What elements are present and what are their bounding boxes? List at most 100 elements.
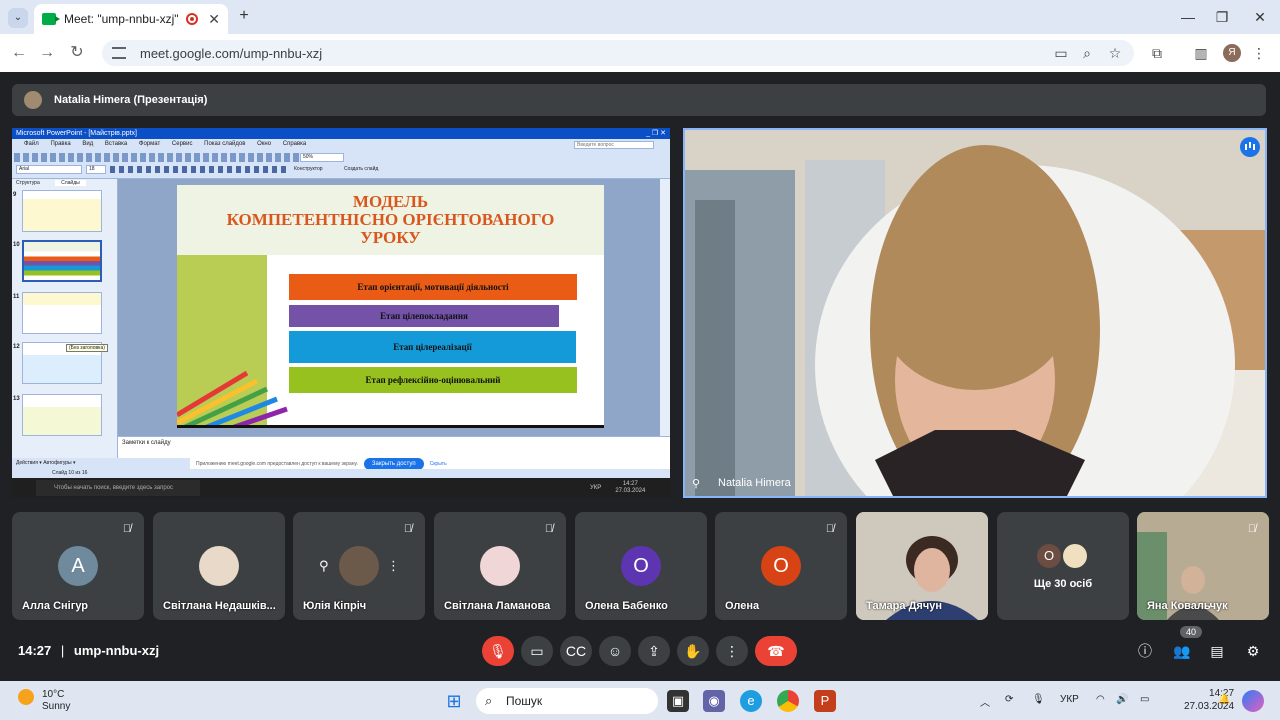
zoom-icon[interactable]: ⌕ [1078,44,1096,62]
taskbar-search-box[interactable]: Пошук [476,688,658,714]
participant-tile[interactable]: А 🎙̸ Алла Снігур [12,512,144,620]
ppt-help-box[interactable]: Введите вопрос [574,141,654,149]
meeting-time: 14:27 [18,643,52,658]
battery-icon[interactable]: ▭ [1140,694,1149,705]
participant-photo [199,546,239,586]
people-icon[interactable]: 👥 [1172,641,1192,661]
slide-thumbnail[interactable] [22,292,102,334]
shared-windows-taskbar: Чтобы начать поиск, введите здесь запрос… [12,478,670,498]
slide-title-line: КОМПЕТЕНТНІСНО ОРІЄНТОВАНОГО [226,210,555,229]
weather-condition: Sunny [42,701,71,712]
speaker-video[interactable] [683,128,1267,498]
ppt-window-title: Microsoft PowerPoint - [Майстрів.pptx] [12,128,670,139]
camera-in-use-icon[interactable]: ▭ [1052,44,1070,62]
participant-tile[interactable]: 🎙̸ Світлана Ламанова [434,512,566,620]
ppt-tab-outline[interactable]: Структура [16,180,40,186]
ppt-menu-service[interactable]: Сервис [172,141,193,147]
ppt-zoom-box[interactable]: 50% [300,153,344,162]
chrome-menu-icon[interactable]: ⋮ [1250,44,1268,62]
ppt-menu-slideshow[interactable]: Показ слайдов [204,141,245,147]
participant-tile-more[interactable]: О Ще 30 осіб [997,512,1129,620]
site-settings-icon[interactable] [112,47,126,59]
ppt-menu-file[interactable]: Файл [24,141,39,147]
mic-toggle-button[interactable]: 🎙 [482,636,514,666]
chat-icon[interactable]: ▤ [1207,641,1227,661]
current-slide: МОДЕЛЬ КОМПЕТЕНТНІСНО ОРІЄНТОВАНОГО УРОК… [177,185,604,428]
ppt-menu-help[interactable]: Справка [283,141,307,147]
chrome-icon[interactable] [777,690,799,712]
participant-tile[interactable]: Світлана Недашків... [153,512,285,620]
meeting-info-icon[interactable]: ⓘ [1135,641,1155,661]
hide-notice-link[interactable]: Скрыть [430,461,447,467]
presenter-avatar [24,91,42,109]
wifi-icon[interactable]: ◠ [1096,694,1105,705]
extensions-icon[interactable]: ⧉ [1148,44,1166,62]
stage-orientation: Етап орієнтації, мотивації діяльності [289,274,577,300]
address-bar[interactable]: meet.google.com/ump-nnbu-xzj [102,40,1134,66]
present-screen-button[interactable]: ⇪ [638,636,670,666]
copilot-icon[interactable] [1242,690,1264,712]
participant-tile[interactable]: 🎙̸ О Олена [715,512,847,620]
ppt-menu-format[interactable]: Формат [139,141,160,147]
notification-bell-icon[interactable]: 🔔 [1218,694,1230,705]
pin-participant-icon[interactable]: ⚲ [319,558,329,574]
captions-button[interactable]: CC [560,636,592,666]
volume-icon[interactable]: 🔊 [1116,694,1128,705]
ppt-vertical-scrollbar[interactable] [660,179,670,436]
raise-hand-button[interactable]: ✋ [677,636,709,666]
participant-tile[interactable]: Тамара Дячун [856,512,988,620]
more-options-button[interactable]: ⋮ [716,636,748,666]
ppt-menu-edit[interactable]: Правка [50,141,70,147]
slide-thumbnail[interactable] [22,190,102,232]
ppt-menu-view[interactable]: Вид [82,141,93,147]
bookmark-star-icon[interactable]: ☆ [1106,44,1124,62]
ppt-menu-window[interactable]: Окно [257,141,271,147]
participant-name: Юлія Кіпріч [303,600,367,612]
participant-name: Олена [725,600,760,612]
task-view-icon[interactable]: ▣ [667,690,689,712]
input-language[interactable]: УКР [1060,694,1079,705]
ppt-designer-button[interactable]: Конструктор [294,166,323,172]
participant-tile[interactable]: О Олена Бабенко [575,512,707,620]
ppt-new-slide-button[interactable]: Создать слайд [344,166,378,172]
slide-title-line: УРОКУ [360,228,421,247]
slide-notes-field[interactable]: Заметки к слайду [118,436,670,458]
new-tab-button[interactable]: + [234,6,254,26]
slide-thumbnail-selected[interactable] [22,240,102,282]
ppt-tab-slides[interactable]: Слайды [55,180,86,186]
participant-name: Світлана Недашків... [163,600,276,612]
mic-tray-icon[interactable]: 🎙 [1032,694,1045,705]
ppt-font-size-box[interactable]: 18 [86,165,106,174]
ppt-menu-insert[interactable]: Вставка [105,141,127,147]
profile-avatar[interactable]: Я [1223,44,1241,62]
window-close-button[interactable]: ✕ [1246,4,1274,30]
slide-thumbnail[interactable] [22,394,102,436]
more-options-icon[interactable]: ⋮ [387,558,400,574]
ppt-menu-toolbar: Файл Правка Вид Вставка Формат Сервис По… [12,139,670,179]
browser-tab-meet[interactable]: Meet: "ump-nnbu-xzj" ✕ [34,4,228,34]
tab-close-icon[interactable]: ✕ [208,11,220,28]
participant-tile[interactable]: 🎙̸ ⚲ ⋮ Юлія Кіпріч [293,512,425,620]
weather-widget[interactable]: 10°C Sunny [18,689,71,713]
maximize-button[interactable]: ❐ [1208,4,1236,30]
ppt-font-box[interactable]: Arial [16,165,82,174]
ppt-drawing-toolbar[interactable]: Действия ▾ Автофигуры ▾ [12,458,190,469]
side-panel-icon[interactable]: ▥ [1192,44,1210,62]
minimize-button[interactable]: — [1174,4,1202,30]
back-button[interactable]: ← [6,40,32,66]
activities-icon[interactable]: ⚙ [1243,641,1263,661]
reload-button[interactable]: ↻ [64,40,90,66]
edge-icon[interactable]: e [740,690,762,712]
reactions-button[interactable]: ☺ [599,636,631,666]
leave-call-button[interactable]: ☎ [755,636,797,666]
tab-search-button[interactable]: ⌄ [8,8,28,28]
sync-icon[interactable]: ⟳ [1005,694,1013,705]
forward-button[interactable]: → [34,40,60,66]
participant-tile[interactable]: 🎙̸ Яна Ковальчук [1137,512,1269,620]
powerpoint-icon[interactable]: P [814,690,836,712]
chat-app-icon[interactable]: ◉ [703,690,725,712]
tray-chevron-icon[interactable]: ︿ [980,694,990,709]
windows-start-icon[interactable]: ⊞ [443,690,465,712]
pin-icon[interactable]: ⚲ [692,477,700,490]
camera-toggle-button[interactable]: ▭ [521,636,553,666]
